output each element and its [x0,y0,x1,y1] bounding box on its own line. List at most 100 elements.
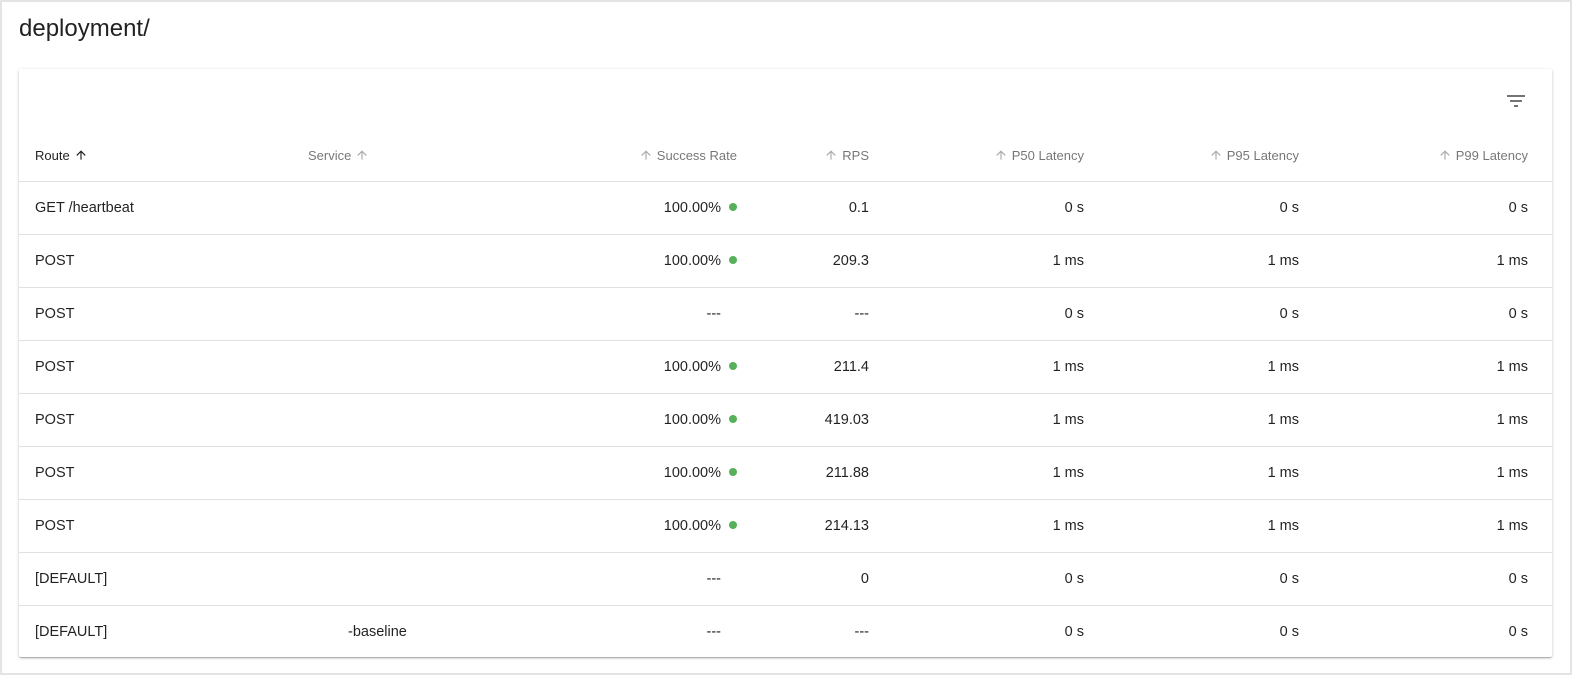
cell-p99-latency: 0 s [1299,287,1552,341]
success-rate-value: 100.00% [663,412,721,428]
table-row[interactable]: POST 100.00% 211.88 1 ms 1 ms 1 ms [19,446,1552,500]
success-rate-value: 100.00% [663,253,721,269]
cell-success-rate: 100.00% [492,393,737,447]
column-header-label: P99 Latency [1455,148,1528,164]
cell-p50-latency: 0 s [869,287,1084,341]
status-dot [729,256,737,265]
column-header-rps[interactable]: RPS [737,131,869,182]
cell-route: POST [19,234,292,288]
cell-success-rate: 100.00% [492,234,737,288]
cell-p50-latency: 0 s [869,181,1084,235]
cell-p95-latency: 1 ms [1084,499,1299,553]
table-row[interactable]: POST 100.00% 419.03 1 ms 1 ms 1 ms [19,393,1552,447]
arrow-up-icon [355,148,369,165]
table-row[interactable]: [DEFAULT] --- 0 0 s0 s0 s [19,552,1552,606]
cell-p50-latency: 1 ms [869,393,1084,447]
table-row[interactable]: GET /heartbeat 100.00% 0.1 0 s0 s0 s [19,181,1552,235]
cell-p99-latency: 0 s [1299,181,1552,235]
cell-p99-latency: 1 ms [1299,446,1552,500]
cell-p50-latency: 1 ms [869,446,1084,500]
cell-rps: 0 [737,552,869,606]
cell-p50-latency: 1 ms [869,499,1084,553]
status-dot [729,468,737,477]
cell-success-rate: 100.00% [492,446,737,500]
cell-p95-latency: 1 ms [1084,393,1299,447]
filter-button[interactable] [1504,89,1528,113]
cell-p50-latency: 1 ms [869,340,1084,394]
arrow-up-icon [74,148,88,165]
cell-route: POST [19,393,292,447]
cell-rps: --- [737,287,869,341]
cell-service [292,340,492,394]
table-row[interactable]: POST 100.00% 211.4 1 ms 1 ms 1 ms [19,340,1552,394]
status-dot [729,521,737,530]
table-row[interactable]: POST 100.00% 209.3 1 ms 1 ms 1 ms [19,234,1552,288]
cell-p99-latency: 1 ms [1299,393,1552,447]
column-header-label: P95 Latency [1226,148,1299,164]
cell-service [292,393,492,447]
table-row[interactable]: POST --- --- 0 s0 s0 s [19,287,1552,341]
cell-p95-latency: 1 ms [1084,446,1299,500]
cell-service [292,446,492,500]
column-header-label: Success Rate [656,148,737,164]
cell-rps: --- [854,624,870,640]
cell-route: POST [19,499,292,553]
cell-p95-latency: 1 ms [1084,340,1299,394]
cell-p95-latency: 0 s [1084,287,1299,341]
cell-service [292,234,492,288]
cell-rps: 211.4 [737,340,869,394]
success-rate-value: 100.00% [663,359,721,375]
table-header-row: Route Service Success Rate RPS P50 Laten… [19,131,1552,182]
filter-list-icon [1504,89,1528,113]
cell-p95-latency: 0 s [1084,181,1299,235]
cell-success-rate: 100.00% [492,340,737,394]
table-row[interactable]: POST 100.00% 214.13 1 ms 1 ms 1 ms [19,499,1552,553]
success-rate-value: 100.00% [663,200,721,216]
cell-service [292,499,492,553]
cell-success-rate: --- [492,606,737,659]
cell-success-rate: --- [492,552,737,606]
column-header-p50-latency[interactable]: P50 Latency [869,131,1084,182]
column-header-service[interactable]: Service [292,131,492,182]
cell-p99-latency: 1 ms [1299,499,1552,553]
column-header-label: RPS [842,148,869,164]
cell-service: -baseline [348,624,407,640]
column-header-p95-latency[interactable]: P95 Latency [1084,131,1299,182]
cell-route: [DEFAULT] [35,624,108,640]
page-frame: deployment/ Route Service Success Rate R… [0,0,1572,675]
cell-success-rate: 100.00% [492,181,737,235]
cell-route: POST [19,340,292,394]
cell-rps: 419.03 [737,393,869,447]
cell-service [292,287,492,341]
cell-p99-latency: 0 s [1299,552,1552,606]
cell-route: POST [19,446,292,500]
success-rate-value: --- [706,624,722,640]
page-title: deployment/ [19,15,150,42]
success-rate-value: 100.00% [663,518,721,534]
arrow-up-icon [639,148,653,165]
cell-p50-latency: 0 s [869,552,1084,606]
success-rate-value: --- [706,306,722,322]
cell-rps: 0.1 [737,181,869,235]
cell-p50-latency: 1 ms [869,234,1084,288]
cell-service [292,552,492,606]
column-header-label: Route [35,148,70,164]
cell-success-rate: --- [492,287,737,341]
arrow-up-icon [1209,148,1223,165]
status-dot [729,415,737,424]
column-header-route[interactable]: Route [19,131,292,182]
cell-p95-latency: 0 s [1279,624,1299,640]
cell-rps: 209.3 [737,234,869,288]
column-header-label: P50 Latency [1011,148,1084,164]
cell-route: [DEFAULT] [19,552,292,606]
table-row[interactable]: [DEFAULT] -baseline --- --- 0 s 0 s 0 s [19,606,1552,659]
status-dot [729,362,737,371]
cell-p95-latency: 0 s [1084,552,1299,606]
cell-route: GET /heartbeat [19,181,292,235]
arrow-up-icon [824,148,838,165]
column-header-p99-latency[interactable]: P99 Latency [1299,131,1552,182]
column-header-label: Service [308,148,352,164]
routes-table-card: Route Service Success Rate RPS P50 Laten… [19,69,1552,657]
cell-route: POST [19,287,292,341]
column-header-success-rate[interactable]: Success Rate [492,131,737,182]
